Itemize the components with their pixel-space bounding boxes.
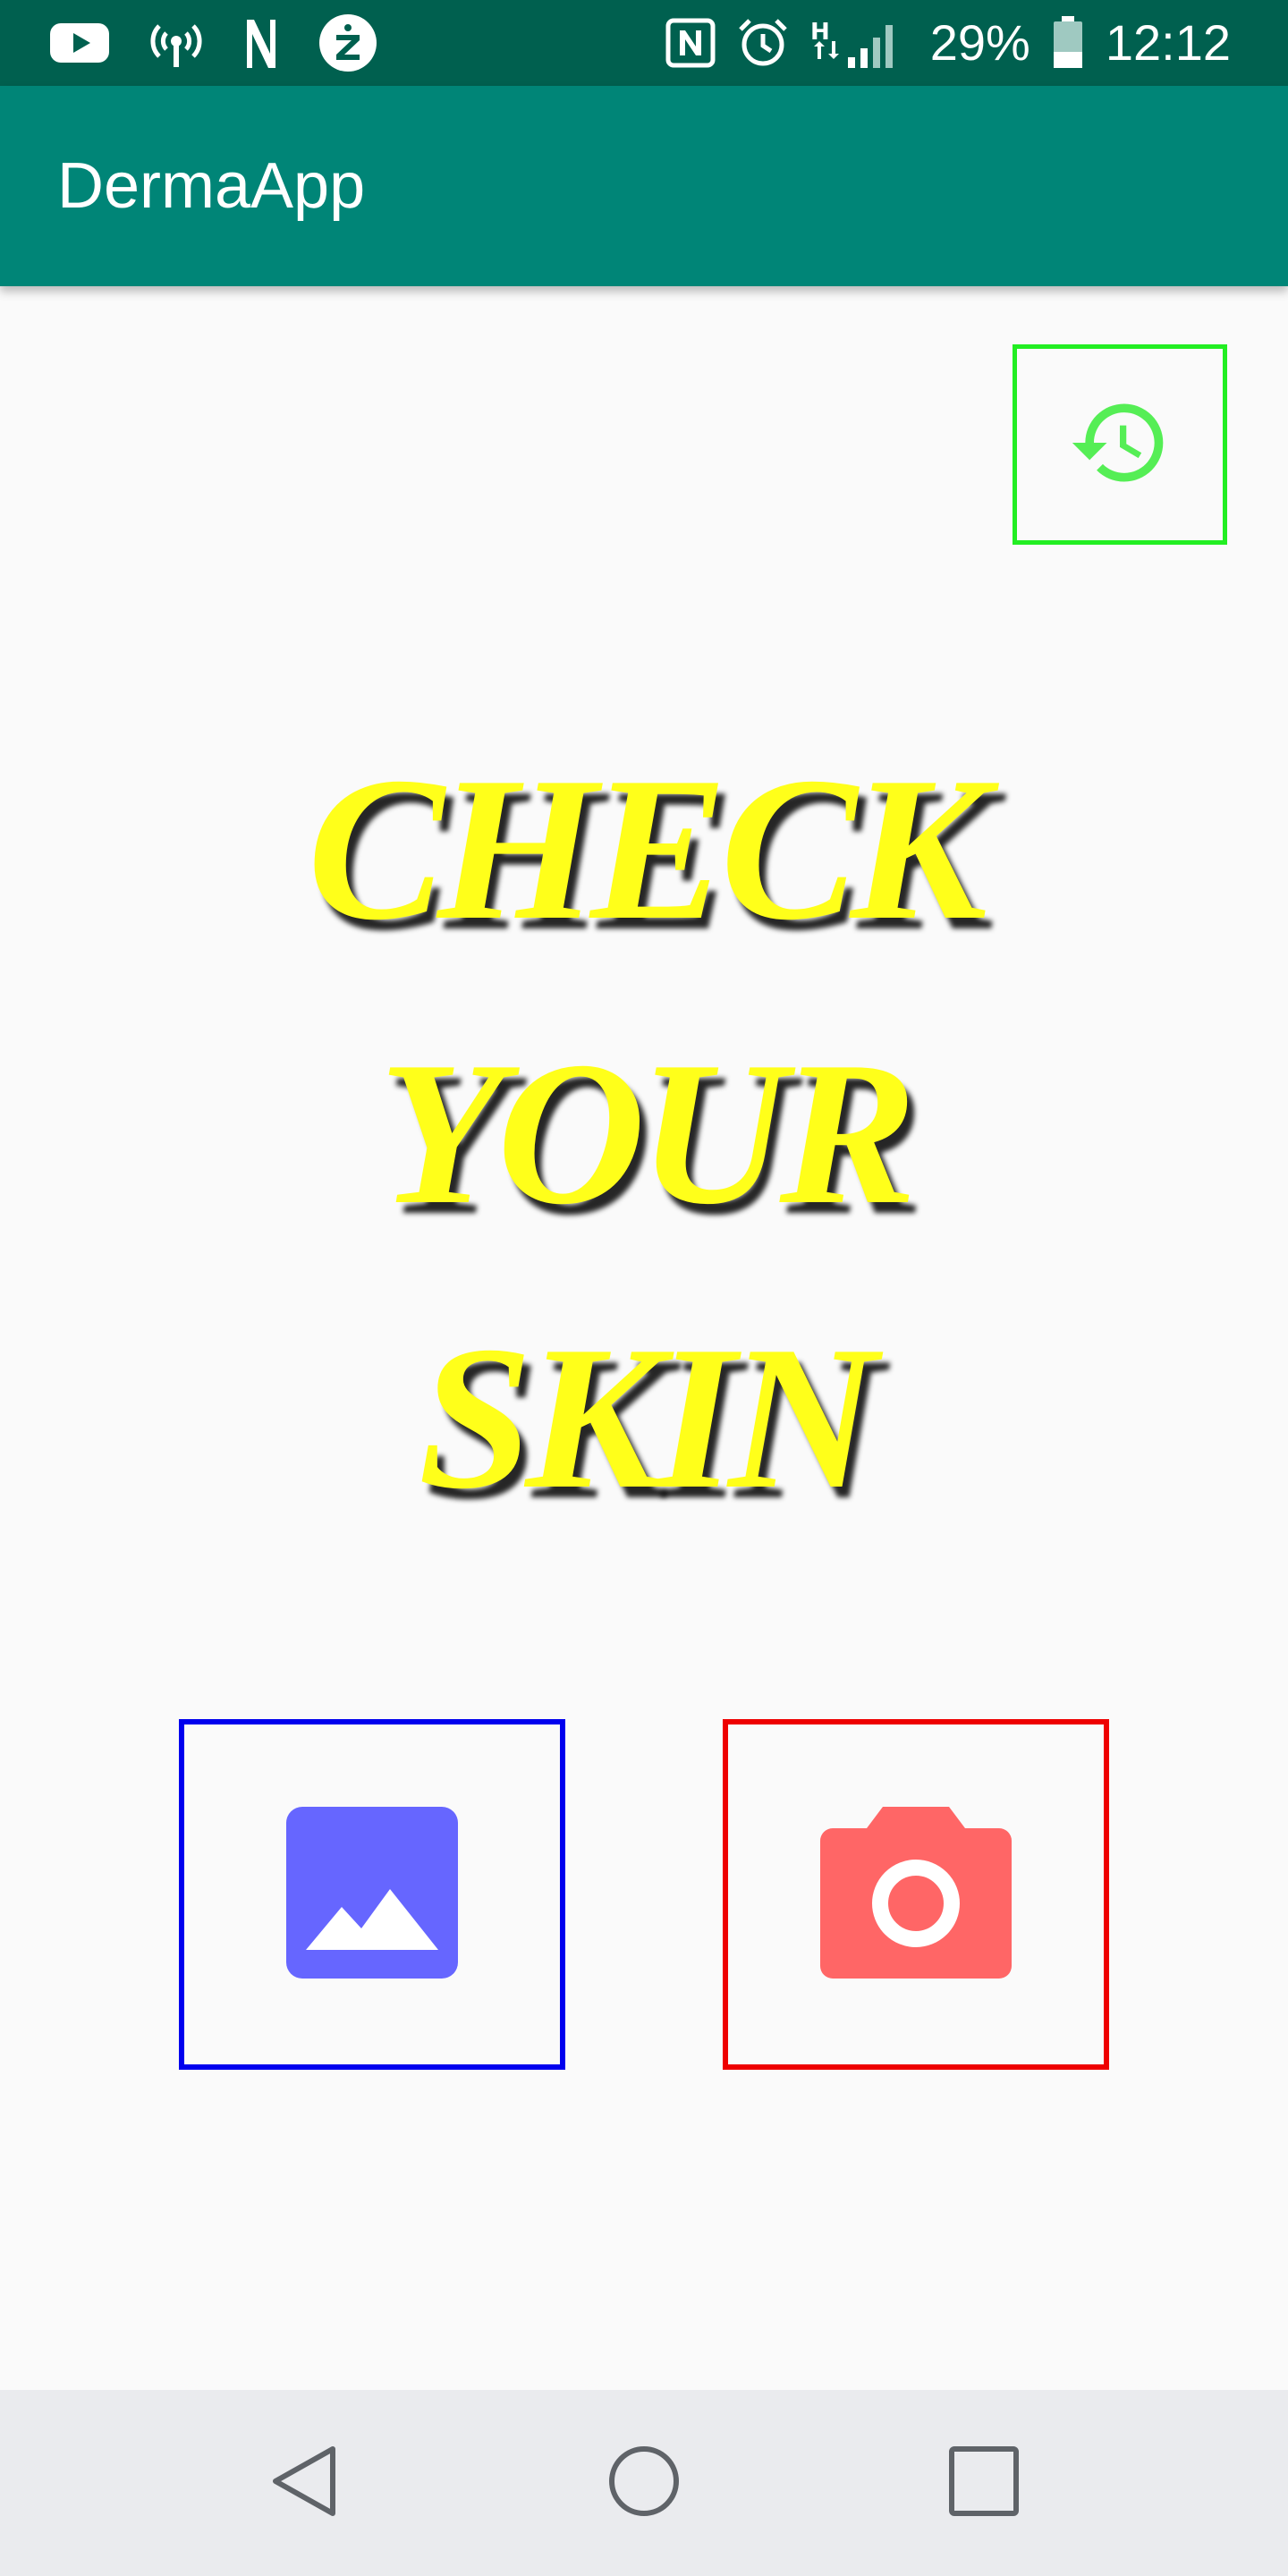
- nfc-icon: [665, 18, 716, 68]
- battery-icon: [1052, 16, 1084, 70]
- status-left-icons: [50, 0, 377, 86]
- nav-back-button[interactable]: [233, 2390, 376, 2576]
- history-icon: [1068, 391, 1172, 498]
- hero-line-1: CHECK: [307, 734, 988, 962]
- nav-recents-button[interactable]: [912, 2390, 1055, 2576]
- camera-icon: [820, 1807, 1012, 1982]
- hero-line-2: YOUR: [377, 1019, 917, 1247]
- n-app-icon: [243, 16, 279, 70]
- nav-home-button[interactable]: [572, 2390, 716, 2576]
- gallery-button[interactable]: [179, 1719, 565, 2070]
- back-icon: [270, 2445, 338, 2521]
- signal-icon: H: [810, 16, 909, 70]
- z-app-icon: [318, 13, 377, 72]
- gallery-icon: [286, 1807, 458, 1982]
- alarm-icon: [737, 17, 789, 69]
- hero-line-3: SKIN: [418, 1303, 877, 1531]
- phone-screen: H 29% 12:12 DermaApp CHECK YOUR SKIN: [0, 0, 1288, 2576]
- home-icon: [607, 2445, 681, 2521]
- recents-icon: [948, 2445, 1020, 2521]
- svg-text:H: H: [810, 19, 830, 46]
- camera-button[interactable]: [723, 1719, 1109, 2070]
- app-bar: DermaApp: [0, 86, 1288, 286]
- hero-heading: CHECK YOUR SKIN: [0, 707, 1288, 1560]
- clock-time: 12:12: [1105, 14, 1231, 71]
- youtube-icon: [50, 21, 109, 64]
- app-title: DermaApp: [57, 150, 366, 222]
- status-right-icons: H 29% 12:12: [665, 0, 1231, 86]
- battery-percent: 29%: [929, 14, 1030, 71]
- history-button[interactable]: [1013, 344, 1227, 545]
- status-bar: H 29% 12:12: [0, 0, 1288, 86]
- navigation-bar: [0, 2390, 1288, 2576]
- hotspot-icon: [148, 15, 204, 71]
